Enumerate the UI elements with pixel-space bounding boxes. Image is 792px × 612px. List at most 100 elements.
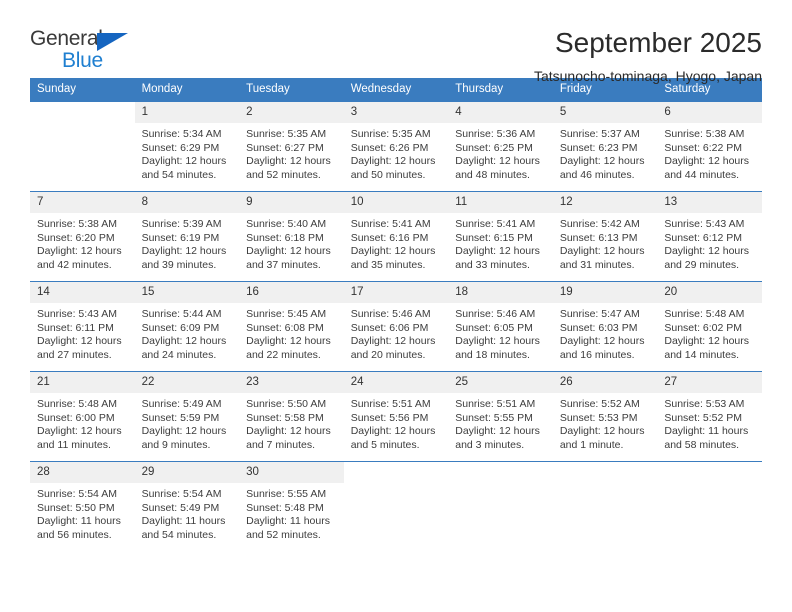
calendar-day-cell[interactable]: 30 Sunrise: 5:55 AM Sunset: 5:48 PM Dayli…: [239, 461, 344, 551]
day-number: 8: [134, 192, 240, 213]
day-number: 6: [657, 102, 762, 123]
sun-times-text: Sunrise: 5:45 AM Sunset: 6:08 PM Dayligh…: [246, 308, 331, 361]
calendar-day-cell[interactable]: 15 Sunrise: 5:44 AM Sunset: 6:09 PM Dayli…: [134, 281, 240, 372]
calendar-day-cell[interactable]: 16 Sunrise: 5:45 AM Sunset: 6:08 PM Dayli…: [239, 281, 344, 372]
calendar-body: 1 Sunrise: 5:34 AM Sunset: 6:29 PM Daylig…: [30, 102, 762, 551]
day-number: 9: [239, 192, 344, 213]
calendar-day-cell[interactable]: [657, 461, 762, 551]
day-number: 25: [448, 372, 553, 393]
day-cell-content: 2 Sunrise: 5:35 AM Sunset: 6:27 PM Daylig…: [239, 102, 344, 191]
calendar-day-cell[interactable]: 20 Sunrise: 5:48 AM Sunset: 6:02 PM Dayli…: [657, 281, 762, 372]
day-cell-content: 18 Sunrise: 5:46 AM Sunset: 6:05 PM Dayli…: [448, 282, 553, 371]
day-cell-content: 19 Sunrise: 5:47 AM Sunset: 6:03 PM Dayli…: [552, 282, 658, 371]
calendar-day-cell[interactable]: 3 Sunrise: 5:35 AM Sunset: 6:26 PM Daylig…: [343, 102, 449, 192]
day-number: [30, 102, 135, 123]
sun-times-text: [448, 483, 553, 488]
sun-times-text: Sunrise: 5:53 AM Sunset: 5:52 PM Dayligh…: [664, 398, 749, 451]
sun-times-text: [344, 483, 449, 488]
calendar-day-cell[interactable]: 9 Sunrise: 5:40 AM Sunset: 6:18 PM Daylig…: [239, 191, 344, 282]
day-cell-content: [657, 462, 762, 551]
day-number: 17: [343, 282, 449, 303]
day-number: 18: [448, 282, 553, 303]
sun-times-text: Sunrise: 5:38 AM Sunset: 6:22 PM Dayligh…: [664, 128, 750, 181]
day-cell-content: 9 Sunrise: 5:40 AM Sunset: 6:18 PM Daylig…: [239, 192, 344, 281]
calendar-day-cell[interactable]: 24 Sunrise: 5:51 AM Sunset: 5:56 PM Dayli…: [343, 371, 449, 462]
day-number: 21: [30, 372, 135, 393]
calendar-day-cell[interactable]: 4 Sunrise: 5:36 AM Sunset: 6:25 PM Daylig…: [448, 102, 553, 192]
day-cell-content: 4 Sunrise: 5:36 AM Sunset: 6:25 PM Daylig…: [448, 102, 553, 191]
title-block: September 2025 Tatsunocho-tominaga, Hyog…: [534, 26, 762, 86]
calendar-day-cell[interactable]: 8 Sunrise: 5:39 AM Sunset: 6:19 PM Daylig…: [134, 191, 240, 282]
day-cell-content: 11 Sunrise: 5:41 AM Sunset: 6:15 PM Dayli…: [448, 192, 553, 281]
calendar-week-row: 14 Sunrise: 5:43 AM Sunset: 6:11 PM Dayli…: [30, 281, 762, 372]
sun-times-text: Sunrise: 5:34 AM Sunset: 6:29 PM Dayligh…: [141, 128, 227, 181]
general-blue-logo[interactable]: General Blue: [30, 26, 150, 78]
day-cell-content: 23 Sunrise: 5:50 AM Sunset: 5:58 PM Dayli…: [239, 372, 344, 461]
day-cell-content: 7 Sunrise: 5:38 AM Sunset: 6:20 PM Daylig…: [30, 192, 135, 281]
calendar-day-cell[interactable]: 29 Sunrise: 5:54 AM Sunset: 5:49 PM Dayli…: [134, 461, 240, 551]
day-number: 20: [657, 282, 762, 303]
logo-word-blue: Blue: [62, 49, 103, 72]
calendar-day-cell[interactable]: [552, 461, 658, 551]
calendar-day-cell[interactable]: 19 Sunrise: 5:47 AM Sunset: 6:03 PM Dayli…: [552, 281, 658, 372]
calendar-day-cell[interactable]: 12 Sunrise: 5:42 AM Sunset: 6:13 PM Dayli…: [552, 191, 658, 282]
day-number: 24: [343, 372, 449, 393]
logo-word-general: General: [30, 27, 103, 50]
calendar-day-cell[interactable]: 18 Sunrise: 5:46 AM Sunset: 6:05 PM Dayli…: [448, 281, 553, 372]
calendar-day-cell[interactable]: 6 Sunrise: 5:38 AM Sunset: 6:22 PM Daylig…: [657, 102, 762, 192]
calendar-day-cell[interactable]: 10 Sunrise: 5:41 AM Sunset: 6:16 PM Dayli…: [343, 191, 449, 282]
sun-times-text: Sunrise: 5:37 AM Sunset: 6:23 PM Dayligh…: [559, 128, 645, 181]
day-cell-content: 15 Sunrise: 5:44 AM Sunset: 6:09 PM Dayli…: [134, 282, 240, 371]
sun-times-text: Sunrise: 5:43 AM Sunset: 6:12 PM Dayligh…: [664, 218, 750, 271]
calendar-day-cell[interactable]: 23 Sunrise: 5:50 AM Sunset: 5:58 PM Dayli…: [239, 371, 344, 462]
day-number: 13: [657, 192, 762, 213]
sun-times-text: Sunrise: 5:52 AM Sunset: 5:53 PM Dayligh…: [559, 398, 645, 451]
day-cell-content: 24 Sunrise: 5:51 AM Sunset: 5:56 PM Dayli…: [343, 372, 449, 461]
calendar-day-cell[interactable]: 25 Sunrise: 5:51 AM Sunset: 5:55 PM Dayli…: [448, 371, 553, 462]
day-cell-content: [552, 462, 658, 551]
day-cell-content: 20 Sunrise: 5:48 AM Sunset: 6:02 PM Dayli…: [657, 282, 762, 371]
sun-times-text: Sunrise: 5:54 AM Sunset: 5:49 PM Dayligh…: [141, 488, 226, 541]
weekday-header-tuesday: Tuesday: [239, 78, 344, 102]
calendar-day-cell[interactable]: 26 Sunrise: 5:52 AM Sunset: 5:53 PM Dayli…: [552, 371, 658, 462]
calendar-day-cell[interactable]: 17 Sunrise: 5:46 AM Sunset: 6:06 PM Dayli…: [343, 281, 449, 372]
sun-times-text: Sunrise: 5:35 AM Sunset: 6:27 PM Dayligh…: [246, 128, 331, 181]
weekday-header-wednesday: Wednesday: [343, 78, 449, 102]
calendar-day-cell[interactable]: [343, 461, 449, 551]
weekday-header-sunday: Sunday: [30, 78, 135, 102]
day-number: [448, 462, 553, 483]
calendar-week-row: 7 Sunrise: 5:38 AM Sunset: 6:20 PM Daylig…: [30, 191, 762, 282]
calendar-day-cell[interactable]: [30, 102, 135, 192]
sun-times-text: [657, 483, 762, 488]
sun-times-text: Sunrise: 5:43 AM Sunset: 6:11 PM Dayligh…: [37, 308, 122, 361]
calendar-week-row: 1 Sunrise: 5:34 AM Sunset: 6:29 PM Daylig…: [30, 102, 762, 192]
sun-times-text: Sunrise: 5:42 AM Sunset: 6:13 PM Dayligh…: [559, 218, 645, 271]
sun-times-text: Sunrise: 5:46 AM Sunset: 6:05 PM Dayligh…: [455, 308, 540, 361]
day-cell-content: 17 Sunrise: 5:46 AM Sunset: 6:06 PM Dayli…: [343, 282, 449, 371]
calendar-day-cell[interactable]: 2 Sunrise: 5:35 AM Sunset: 6:27 PM Daylig…: [239, 102, 344, 192]
calendar-day-cell[interactable]: 13 Sunrise: 5:43 AM Sunset: 6:12 PM Dayli…: [657, 191, 762, 282]
calendar-day-cell[interactable]: 5 Sunrise: 5:37 AM Sunset: 6:23 PM Daylig…: [552, 102, 658, 192]
day-cell-content: 21 Sunrise: 5:48 AM Sunset: 6:00 PM Dayli…: [30, 372, 135, 461]
calendar-day-cell[interactable]: 14 Sunrise: 5:43 AM Sunset: 6:11 PM Dayli…: [30, 281, 135, 372]
calendar-week-row: 28 Sunrise: 5:54 AM Sunset: 5:50 PM Dayli…: [30, 461, 762, 551]
day-number: [343, 462, 449, 483]
calendar-day-cell[interactable]: 27 Sunrise: 5:53 AM Sunset: 5:52 PM Dayli…: [657, 371, 762, 462]
calendar-day-cell[interactable]: 21 Sunrise: 5:48 AM Sunset: 6:00 PM Dayli…: [30, 371, 135, 462]
calendar-day-cell[interactable]: 7 Sunrise: 5:38 AM Sunset: 6:20 PM Daylig…: [30, 191, 135, 282]
day-number: 16: [239, 282, 344, 303]
sun-times-text: Sunrise: 5:44 AM Sunset: 6:09 PM Dayligh…: [141, 308, 227, 361]
calendar-day-cell[interactable]: [448, 461, 553, 551]
day-cell-content: [343, 462, 449, 551]
calendar-day-cell[interactable]: 11 Sunrise: 5:41 AM Sunset: 6:15 PM Dayli…: [448, 191, 553, 282]
day-cell-content: 27 Sunrise: 5:53 AM Sunset: 5:52 PM Dayli…: [657, 372, 762, 461]
sun-times-text: Sunrise: 5:39 AM Sunset: 6:19 PM Dayligh…: [141, 218, 227, 271]
calendar-day-cell[interactable]: 1 Sunrise: 5:34 AM Sunset: 6:29 PM Daylig…: [134, 102, 240, 192]
day-cell-content: 12 Sunrise: 5:42 AM Sunset: 6:13 PM Dayli…: [552, 192, 658, 281]
day-number: 27: [657, 372, 762, 393]
calendar-day-cell[interactable]: 28 Sunrise: 5:54 AM Sunset: 5:50 PM Dayli…: [30, 461, 135, 551]
day-number: 1: [134, 102, 240, 123]
day-number: 30: [239, 462, 344, 483]
day-number: 5: [552, 102, 658, 123]
calendar-day-cell[interactable]: 22 Sunrise: 5:49 AM Sunset: 5:59 PM Dayli…: [134, 371, 240, 462]
